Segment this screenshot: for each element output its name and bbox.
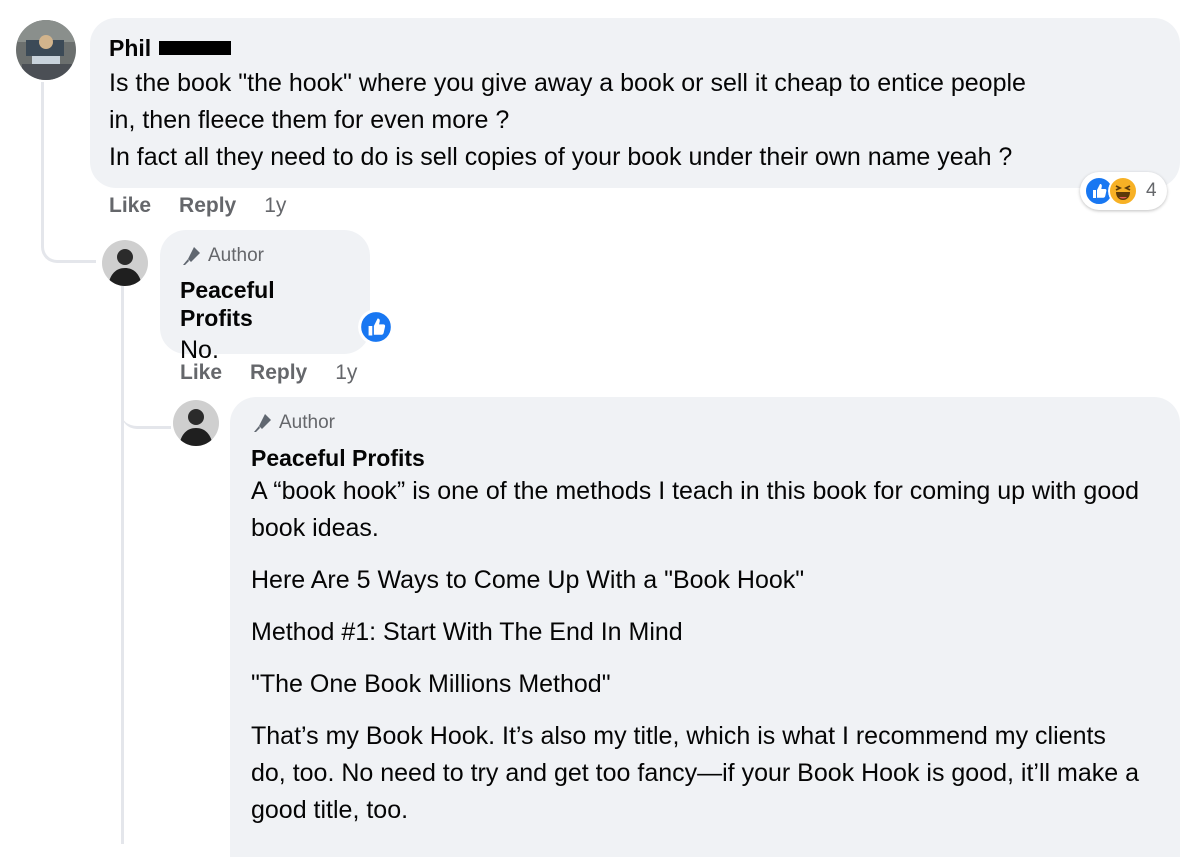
reply-button[interactable]: Reply [250,361,307,385]
comment-line: Is the book "the hook" where you give aw… [109,69,1026,97]
comment-text: A “book hook” is one of the methods I te… [251,473,1140,829]
comment-actions-phil: Like Reply 1y [109,194,286,218]
avatar-peaceful-profits-image [173,400,219,446]
like-reaction-badge[interactable] [358,309,394,345]
comment-paragraph: "The One Book Millions Method" [251,670,611,698]
comment-author-name[interactable]: Peaceful Profits [180,276,350,332]
comment-bubble-phil: Phil Is the book "the hook" where you gi… [90,18,1180,188]
comment-paragraph: That’s my Book Hook. It’s also my title,… [251,722,1139,824]
thread-connector-2 [121,400,171,429]
thread-connector-1 [41,82,96,263]
comment-text: Is the book "the hook" where you give aw… [109,65,1160,176]
comment-paragraph: Method #1: Start With The End In Mind [251,618,683,646]
like-reaction-icon [358,309,394,345]
haha-reaction-icon [1108,176,1138,206]
avatar-peaceful-profits-image [102,240,148,286]
like-button[interactable]: Like [109,194,151,218]
comment-paragraph: A “book hook” is one of the methods I te… [251,477,1140,542]
reply-button[interactable]: Reply [179,194,236,218]
author-badge-label: Author [208,245,264,266]
microphone-icon [183,247,200,265]
comment-author-name[interactable]: Phil [109,34,1160,62]
comment-timestamp[interactable]: 1y [335,361,357,385]
comment-line: in, then fleece them for even more ? [109,106,510,134]
avatar-phil-image [16,20,76,80]
author-badge: Author [180,244,350,268]
comment-actions-author-reply-1: Like Reply 1y [180,361,357,385]
reaction-count: 4 [1146,180,1157,201]
comment-paragraph: Here Are 5 Ways to Come Up With a "Book … [251,566,805,594]
avatar-peaceful-profits[interactable] [102,240,148,286]
avatar-peaceful-profits[interactable] [173,400,219,446]
reaction-summary[interactable]: 4 [1080,172,1167,210]
like-button[interactable]: Like [180,361,222,385]
thread-line-reply [121,286,124,844]
author-badge-label: Author [279,412,335,433]
comment-line: In fact all they need to do is sell copi… [109,143,1013,171]
author-badge: Author [251,411,1140,435]
comment-bubble-author-reply-1: Author Peaceful Profits No. [160,230,370,364]
avatar-phil[interactable] [16,20,76,80]
comment-timestamp[interactable]: 1y [264,194,286,218]
comment-author-name[interactable]: Peaceful Profits [251,444,1140,472]
microphone-icon [254,414,271,432]
comment-bubble-author-reply-2: Author Peaceful Profits A “book hook” is… [230,397,1180,857]
redacted-surname [159,40,232,55]
